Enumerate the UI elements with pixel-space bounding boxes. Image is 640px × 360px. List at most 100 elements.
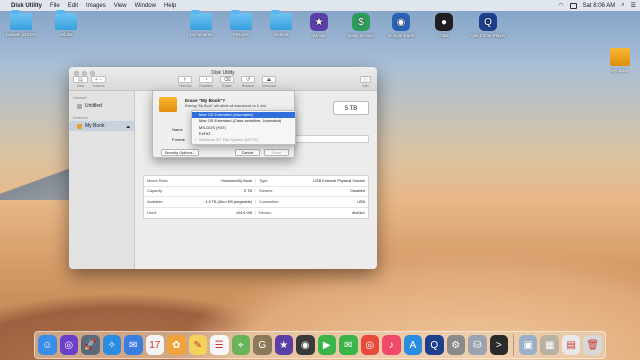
wifi-icon[interactable]: ◠: [558, 2, 563, 9]
dock-icon-photos[interactable]: ✿: [167, 335, 186, 355]
dock-icon-mail[interactable]: ✉: [124, 335, 143, 355]
dock-icon-trash[interactable]: 🗑: [583, 335, 602, 355]
first-aid-icon: ⚕: [178, 76, 192, 83]
menu-edit[interactable]: Edit: [68, 3, 78, 9]
dock-icon-documents[interactable]: ▤: [561, 335, 581, 355]
menu-app-name[interactable]: Disk Utility: [11, 3, 42, 9]
dock-icon-chrome[interactable]: ◎: [360, 335, 380, 355]
desktop-icon-label: Google Earth: [387, 33, 415, 38]
restore-label: Restore: [241, 84, 255, 88]
dock-icon-launchpad[interactable]: 🚀: [81, 335, 100, 355]
info-button[interactable]: ⓘ Info: [360, 76, 371, 88]
app-icon: $: [352, 13, 370, 31]
dock-icon-messages[interactable]: ✉: [339, 335, 358, 355]
erase-button[interactable]: Erase: [264, 149, 289, 156]
format-label: Format: [172, 137, 185, 142]
sidebar-item-untitled[interactable]: Untitled: [69, 101, 134, 111]
app-icon: ●: [435, 13, 453, 31]
partition-button[interactable]: ◔ Partition: [197, 76, 215, 88]
info-value: 104.6 GB: [235, 210, 252, 215]
battery-icon[interactable]: [569, 2, 577, 9]
first-aid-button[interactable]: ⚕ First Aid: [176, 76, 194, 88]
menu-bar: Disk Utility File Edit Images View Windo…: [0, 0, 640, 11]
desktop-icon-my-book[interactable]: My Book: [598, 48, 640, 73]
desktop-icon[interactable]: huawei p20 lite: [0, 10, 43, 37]
desktop-icon-label: velo65: [59, 32, 73, 37]
dock-icon-archive-utility[interactable]: ▦: [540, 335, 559, 355]
menu-images[interactable]: Images: [86, 3, 106, 9]
desktop-icon-label: Pictures: [232, 32, 250, 37]
unmount-icon: ⏏: [262, 76, 276, 83]
toolbar-left: ▤ View + − Volume: [73, 76, 106, 88]
info-value: USB External Physical Volume: [313, 178, 365, 183]
info-row: Used: 104.6 GB Device: disk3s1: [144, 208, 368, 219]
dock-icon-imovie[interactable]: ★: [274, 335, 294, 355]
dock-icon-preview[interactable]: ▣: [518, 335, 538, 355]
erase-toolbar-button[interactable]: ⌫ Erase: [218, 76, 236, 88]
search-icon[interactable]: ⌕: [621, 2, 624, 9]
volume-label: Volume: [92, 84, 105, 88]
volume-size: 5 TB: [333, 101, 369, 115]
partition-icon: ◔: [199, 76, 213, 83]
desktop-icon[interactable]: ● OBS: [422, 13, 466, 38]
dock-icon-terminal[interactable]: >: [489, 335, 509, 355]
sidebar-item-my-book[interactable]: My Book ⏏: [69, 121, 134, 131]
desktop-icon[interactable]: velo65: [44, 10, 88, 37]
clock[interactable]: Sat 8:06 AM: [583, 3, 616, 9]
unmount-label: Unmount: [261, 84, 277, 88]
dock-icon-gimp[interactable]: G: [253, 335, 272, 355]
cancel-button[interactable]: Cancel: [235, 149, 260, 156]
desktop-icon[interactable]: Q QuickTime Player: [466, 13, 510, 38]
dock-icon-disk-utility[interactable]: ⛁: [468, 335, 487, 355]
dock-icon-facetime[interactable]: ▶: [317, 335, 337, 355]
eject-icon[interactable]: ⏏: [126, 124, 130, 129]
restore-icon: ↺: [241, 76, 255, 83]
format-option-label: Mac OS Extended (Case-sensitive, Journal…: [199, 118, 282, 124]
info-row: Mount Point: /Volumes/My Book Type: USB Ex…: [144, 176, 368, 187]
app-icon: Q: [479, 13, 497, 31]
dock: ☺ ◎ 🚀 ✧ ✉ 17 ✿ ✎ ☰ ⌖ G ★ ◉ ▶ ✉ ◎ ♪ A Q ⚙ ⛁ > ▣ ▦ ▤ 🗑: [34, 331, 606, 359]
erase-label: Erase: [222, 84, 232, 88]
info-label: Info: [362, 84, 369, 88]
dock-icon-app-store[interactable]: A: [403, 335, 423, 355]
dock-icon-camera[interactable]: ◉: [296, 335, 315, 355]
view-button[interactable]: ▤ View: [73, 76, 88, 88]
info-row: Available: 4.9 TB (Zero KB purgeable) Con…: [144, 197, 368, 208]
dock-icon-reminders[interactable]: ☰: [210, 335, 229, 355]
dock-icon-siri[interactable]: ◎: [59, 335, 79, 355]
restore-button[interactable]: ↺ Restore: [239, 76, 257, 88]
info-value: disk3s1: [352, 210, 365, 215]
info-key: Type:: [259, 178, 269, 183]
dock-icon-system-preferences[interactable]: ⚙: [446, 335, 466, 355]
dock-icon-calendar[interactable]: 17: [145, 335, 165, 355]
app-icon: ★: [310, 13, 328, 31]
erase-sheet-description: Erasing "My Book" will delete all data s…: [185, 104, 266, 108]
dock-icon-maps[interactable]: ⌖: [231, 335, 251, 355]
desktop-icon[interactable]: Pictures: [219, 10, 263, 37]
info-value: Disabled: [350, 189, 365, 194]
menu-view[interactable]: View: [114, 3, 127, 9]
name-label: Name: [172, 127, 183, 132]
security-options-button[interactable]: Security Options...: [161, 149, 199, 156]
unmount-button[interactable]: ⏏ Unmount: [260, 76, 278, 88]
info-row: Capacity: 5 TB Owners: Disabled: [144, 187, 368, 197]
format-option-label: Windows NT File System (NTFS): [199, 137, 258, 143]
dock-icon-safari[interactable]: ✧: [102, 335, 122, 355]
format-dropdown-menu[interactable]: Mac OS Extended (Journaled) Mac OS Exten…: [191, 110, 296, 146]
folder-icon: [10, 10, 32, 30]
desktop-icon-label: Documents: [189, 32, 213, 37]
notification-center-icon[interactable]: ☰: [631, 2, 636, 9]
dock-icon-quicktime[interactable]: Q: [425, 335, 444, 355]
menu-file[interactable]: File: [50, 3, 60, 9]
dock-icon-music[interactable]: ♪: [382, 335, 401, 355]
app-icon: ◉: [392, 13, 410, 31]
desktop-icon[interactable]: ◉ Google Earth: [379, 13, 423, 38]
desktop-icon[interactable]: ★ iMovie: [297, 13, 341, 38]
desktop-icon[interactable]: Documents: [179, 10, 223, 37]
dock-icon-finder[interactable]: ☺: [38, 335, 57, 355]
desktop-icon[interactable]: $ Easy Invoice: [339, 13, 383, 38]
volume-button[interactable]: + − Volume: [91, 76, 106, 88]
dock-icon-notes[interactable]: ✎: [188, 335, 208, 355]
menu-help[interactable]: Help: [164, 3, 176, 9]
menu-window[interactable]: Window: [135, 3, 156, 9]
